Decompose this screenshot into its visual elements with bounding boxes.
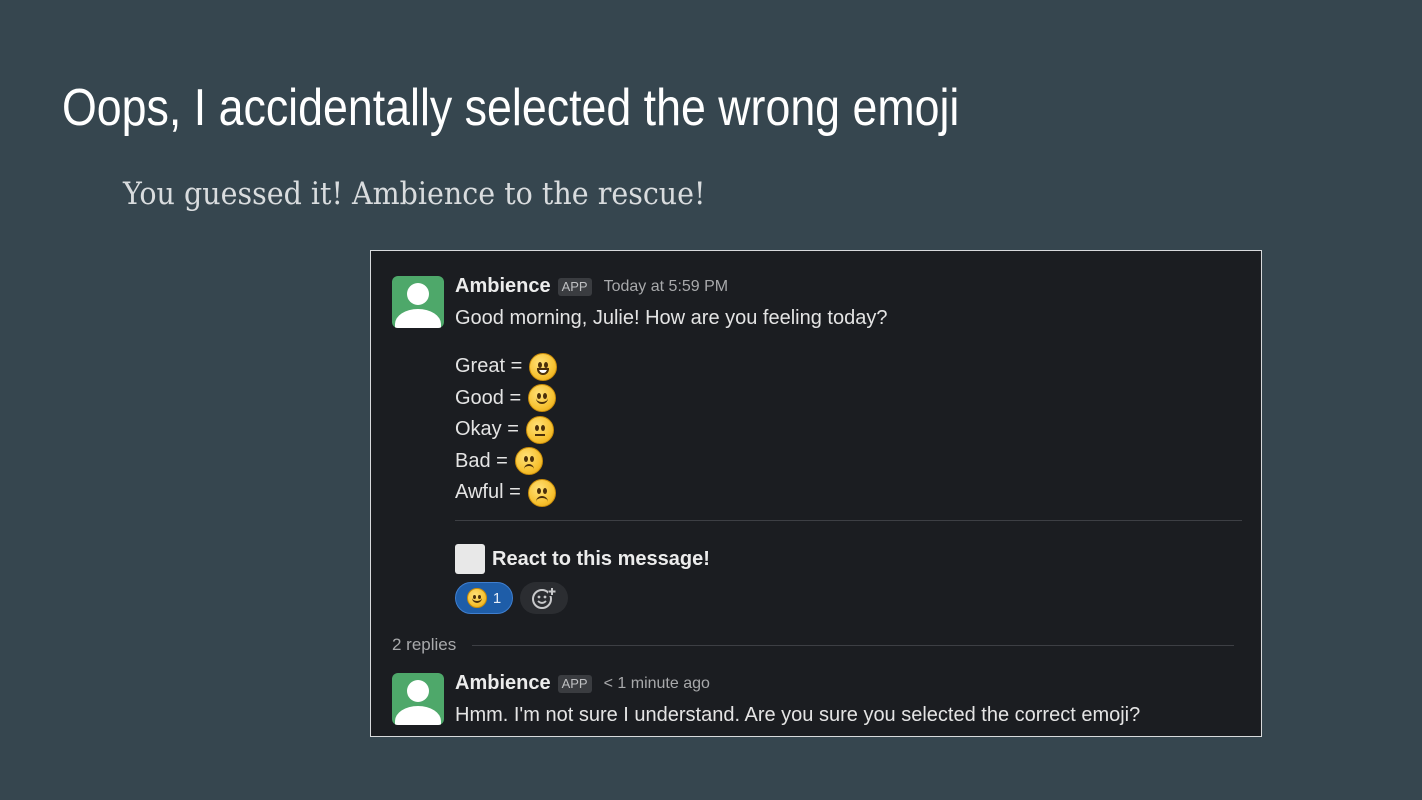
avatar[interactable] — [392, 276, 444, 328]
avatar-head-shape — [407, 283, 429, 305]
reply-header: Ambience APP < 1 minute ago — [455, 672, 710, 695]
option-label: Bad = — [455, 449, 508, 472]
message-greeting: Good morning, Julie! How are you feeling… — [455, 307, 888, 329]
avatar-head-shape — [407, 680, 429, 702]
reaction-count: 1 — [492, 589, 502, 607]
sender-name[interactable]: Ambience — [455, 275, 551, 298]
avatar-body-shape — [395, 706, 441, 725]
frowning-face-icon — [527, 478, 556, 507]
add-reaction-button[interactable] — [520, 582, 568, 614]
avatar[interactable] — [392, 673, 444, 725]
neutral-face-icon — [525, 415, 554, 444]
app-badge: APP — [557, 277, 592, 296]
replies-count[interactable]: 2 replies — [392, 635, 456, 655]
mood-options-list: Great = Good = Okay = Bad = Awful = — [455, 351, 558, 509]
reply-timestamp[interactable]: < 1 minute ago — [604, 675, 710, 693]
sender-name[interactable]: Ambience — [455, 672, 551, 695]
thread-replies[interactable]: 2 replies — [392, 635, 1234, 655]
option-label: Good = — [455, 386, 522, 409]
option-label: Okay = — [455, 418, 519, 441]
slide-title: Oops, I accidentally selected the wrong … — [62, 79, 960, 137]
option-label: Great = — [455, 355, 523, 378]
add-reaction-icon — [532, 588, 556, 609]
slack-message-screenshot: Ambience APP Today at 5:59 PM Good morni… — [370, 250, 1262, 737]
slightly-frowning-face-icon — [514, 447, 543, 476]
message-header: Ambience APP Today at 5:59 PM — [455, 275, 728, 298]
list-item: Awful = — [455, 477, 557, 509]
option-label: Awful = — [455, 481, 521, 504]
grinning-face-icon — [529, 352, 558, 381]
replies-divider — [472, 644, 1234, 646]
section-divider — [455, 520, 1242, 521]
slightly-smiling-face-icon — [528, 384, 557, 413]
react-prompt-text: React to this message! — [492, 547, 710, 570]
reply-text: Hmm. I'm not sure I understand. Are you … — [455, 704, 1141, 726]
list-item: Okay = — [455, 414, 557, 446]
list-item: Good = — [455, 383, 557, 415]
smiling-face-icon — [466, 588, 487, 608]
message-timestamp[interactable]: Today at 5:59 PM — [604, 278, 729, 296]
list-item: Bad = — [455, 446, 557, 478]
list-item: Great = — [455, 351, 558, 383]
reaction-button[interactable]: 1 — [455, 582, 513, 614]
avatar-body-shape — [395, 309, 441, 328]
white-square-icon — [455, 544, 485, 574]
app-badge: APP — [557, 674, 592, 693]
slide-subtitle: You guessed it! Ambience to the rescue! — [123, 176, 706, 212]
react-prompt: React to this message! — [455, 544, 710, 574]
